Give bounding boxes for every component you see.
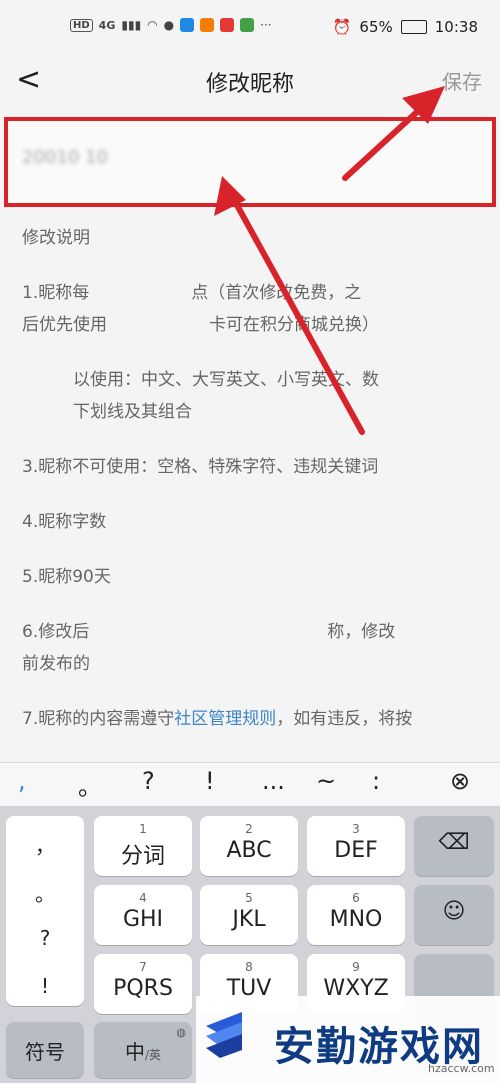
symbol-exclaim[interactable]: ! — [205, 767, 215, 795]
globe-icon: ◍ — [176, 1026, 186, 1039]
notes-heading: 修改说明 — [22, 228, 90, 248]
note-item-4: 4.昵称字数 — [22, 512, 107, 532]
site-watermark: 安勤游戏网 hzaccw.com — [196, 996, 500, 1083]
modify-notes: 修改说明 1.昵称每 点（首次修改免费，之 后优先使用 卡可在积分商城兑换） 以… — [22, 222, 482, 758]
backspace-key[interactable]: ⌫ — [414, 816, 494, 876]
symbol-ellipsis[interactable]: ... — [262, 767, 285, 795]
app-icon-red — [220, 18, 235, 32]
signal-icon: ▮▮▮ — [121, 18, 142, 32]
key-3[interactable]: 3 DEF — [307, 816, 405, 876]
status-bar: HD 4G ▮▮▮ ◠ ● ··· ⏰ 65% 10:38 — [0, 0, 500, 58]
backspace-icon: ⌫ — [438, 830, 470, 855]
key-4[interactable]: 4 GHI — [94, 885, 192, 945]
key-5[interactable]: 5 JKL — [200, 885, 298, 945]
community-rules-link[interactable]: 社区管理规则 — [174, 709, 276, 729]
key-2[interactable]: 2 ABC — [200, 816, 298, 876]
clock: 10:38 — [434, 18, 478, 36]
nickname-input[interactable]: 20010 10 — [4, 117, 496, 207]
language-key[interactable]: 中/英 ◍ — [94, 1022, 192, 1078]
nav-bar: < 修改昵称 保存 — [0, 58, 500, 106]
symbol-period[interactable]: 。 — [78, 767, 102, 802]
note-item-7: 7.昵称的内容需遵守社区管理规则，如有违反，将按 — [22, 709, 413, 729]
note-item-6: 6.修改后 称，修改 前发布的 — [22, 622, 396, 674]
symbol-colon[interactable]: : — [372, 767, 380, 795]
punctuation-column[interactable]: ， 。 ? ! — [6, 816, 84, 1006]
hd-badge: HD — [70, 18, 93, 32]
symbol-comma[interactable]: , — [18, 767, 26, 795]
symbols-key[interactable]: 符号 — [6, 1022, 84, 1078]
network-badge: 4G — [98, 18, 116, 32]
site-logo-icon — [206, 1012, 242, 1058]
more-icon: ··· — [260, 18, 272, 32]
emoji-icon: ☺ — [442, 899, 466, 924]
note-item-3: 3.昵称不可使用：空格、特殊字符、违规关键词 — [22, 457, 379, 477]
alarm-icon: ⏰ — [332, 18, 352, 36]
key-6[interactable]: 6 MNO — [307, 885, 405, 945]
page-title: 修改昵称 — [205, 72, 294, 97]
watermark-url: hzaccw.com — [428, 1062, 495, 1075]
emoji-key[interactable]: ☺ — [414, 885, 494, 945]
save-button[interactable]: 保存 — [442, 66, 482, 95]
note-item-1: 1.昵称每 点（首次修改免费，之 后优先使用 卡可在积分商城兑换） — [22, 283, 379, 335]
note-item-2: 以使用：中文、大写英文、小写英文、数 下划线及其组合 — [22, 370, 379, 422]
battery-icon — [400, 20, 427, 34]
key-7[interactable]: 7 PQRS — [94, 954, 192, 1014]
status-left: HD 4G ▮▮▮ ◠ ● ··· — [70, 18, 272, 32]
app-icon-blue — [180, 18, 195, 32]
nickname-value: 20010 10 — [22, 147, 108, 168]
app-icon-play — [240, 18, 255, 32]
battery-percent: 65% — [359, 18, 393, 36]
keyboard-symbol-row: , 。 ? ! ... ~ : ⊗ — [0, 762, 500, 805]
key-1[interactable]: 1 分词 — [94, 816, 192, 876]
note-item-5: 5.昵称90天 — [22, 567, 111, 587]
qq-icon: ● — [163, 18, 175, 32]
collapse-keyboard-icon[interactable]: ⊗ — [450, 767, 470, 795]
wifi-icon: ◠ — [147, 18, 158, 32]
symbol-question[interactable]: ? — [142, 767, 155, 795]
status-right: ⏰ 65% 10:38 — [333, 18, 478, 36]
app-icon-orange — [200, 18, 215, 32]
symbol-tilde[interactable]: ~ — [316, 767, 336, 795]
